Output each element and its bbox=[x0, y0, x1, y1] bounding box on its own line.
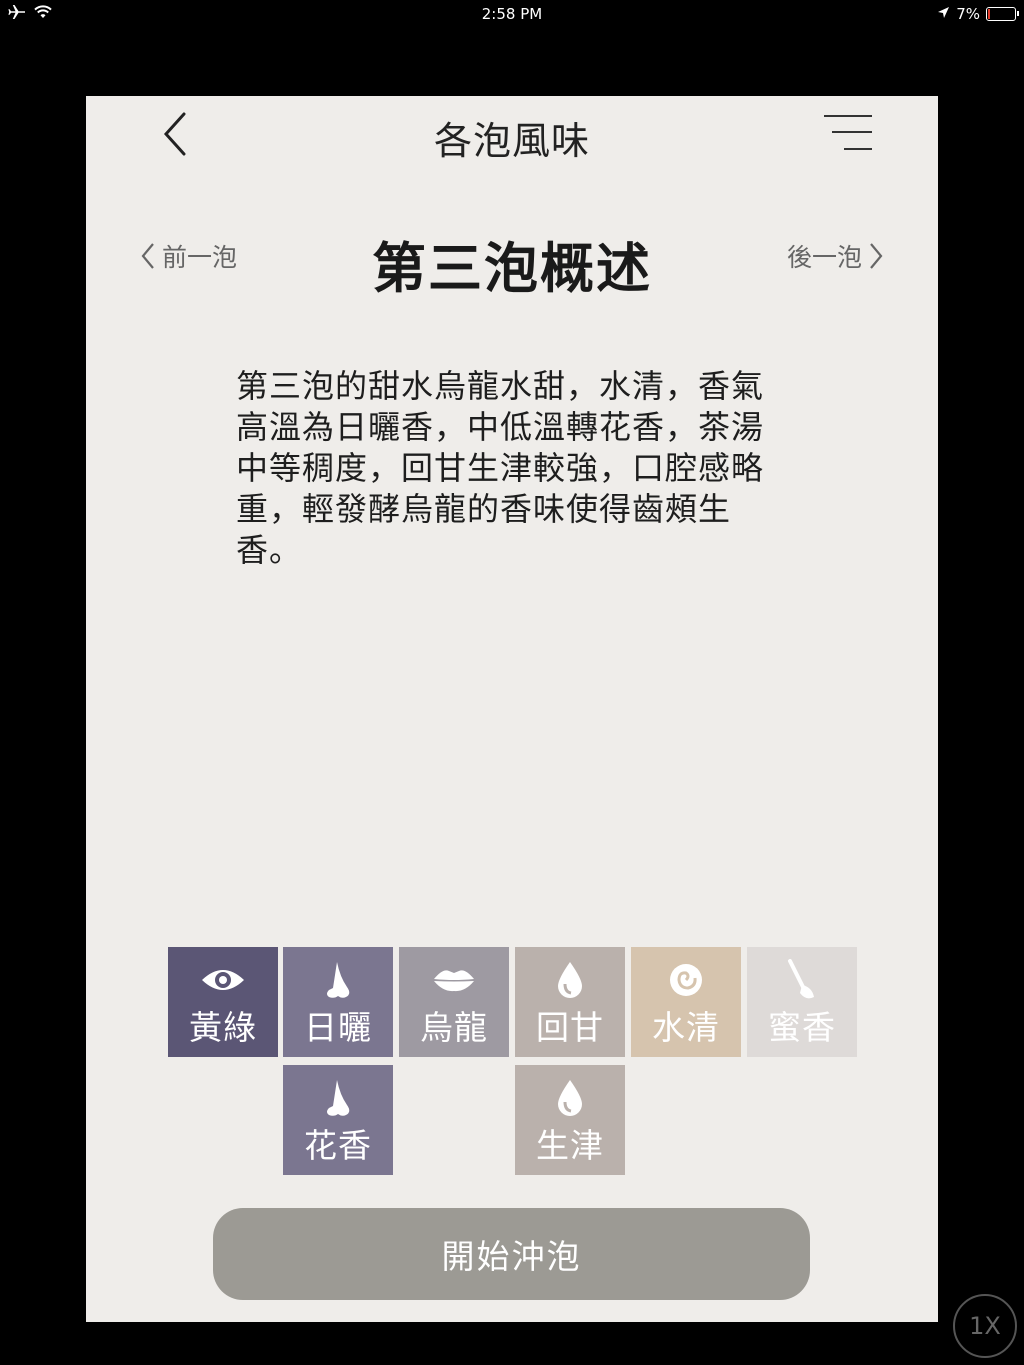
battery-level bbox=[988, 9, 990, 19]
nose-icon bbox=[323, 962, 353, 998]
menu-button[interactable] bbox=[820, 112, 876, 156]
status-bar: 2:58 PM 7% bbox=[0, 0, 1024, 28]
tile-label: 花香 bbox=[304, 1126, 372, 1165]
drop-icon bbox=[556, 1080, 584, 1116]
lips-icon bbox=[433, 963, 475, 997]
spoon-icon bbox=[786, 959, 818, 999]
page-title: 各泡風味 bbox=[433, 119, 590, 163]
next-brew-link[interactable]: 後一泡 bbox=[787, 238, 884, 274]
battery-percent: 7% bbox=[956, 5, 980, 23]
location-arrow-icon bbox=[937, 5, 950, 23]
tile-label: 生津 bbox=[536, 1126, 604, 1165]
flavor-tile[interactable]: 花香 bbox=[283, 1065, 393, 1175]
battery-icon bbox=[986, 7, 1019, 21]
status-right: 7% bbox=[937, 5, 1019, 23]
drop-icon bbox=[556, 962, 584, 998]
eye-icon bbox=[200, 963, 246, 997]
brew-description: 第三泡的甜水烏龍水甜，水清，香氣高溫為日曬香，中低溫轉花香，茶湯中等稠度，回甘生… bbox=[236, 367, 765, 569]
status-time: 2:58 PM bbox=[481, 5, 543, 23]
flavor-tile[interactable]: 日曬 bbox=[283, 947, 393, 1057]
tile-label: 回甘 bbox=[536, 1008, 604, 1047]
zoom-badge[interactable]: 1X bbox=[953, 1294, 1017, 1358]
tile-label: 水清 bbox=[652, 1008, 720, 1047]
flavor-tile[interactable]: 生津 bbox=[515, 1065, 625, 1175]
chevron-right-icon bbox=[870, 243, 883, 269]
next-brew-label: 後一泡 bbox=[786, 243, 862, 272]
menu-icon bbox=[824, 115, 872, 150]
flavor-tile[interactable]: 烏龍 bbox=[399, 947, 509, 1057]
start-brewing-button[interactable]: 開始沖泡 bbox=[213, 1208, 810, 1300]
tile-label: 蜜香 bbox=[768, 1008, 836, 1047]
flavor-tile[interactable]: 蜜香 bbox=[747, 947, 857, 1057]
tile-label: 黃綠 bbox=[189, 1008, 257, 1047]
flavor-tile[interactable]: 水清 bbox=[631, 947, 741, 1057]
flavor-tile[interactable]: 黃綠 bbox=[168, 947, 278, 1057]
swirl-icon bbox=[668, 963, 704, 997]
flavor-tile[interactable]: 回甘 bbox=[515, 947, 625, 1057]
app-screen: 各泡風味 前一泡 第三泡概述 後一泡 第三泡的甜水烏龍水甜，水清，香氣高溫為日曬… bbox=[86, 96, 938, 1322]
tile-label: 烏龍 bbox=[420, 1008, 488, 1047]
nose-icon bbox=[323, 1080, 353, 1116]
tile-label: 日曬 bbox=[304, 1008, 372, 1047]
